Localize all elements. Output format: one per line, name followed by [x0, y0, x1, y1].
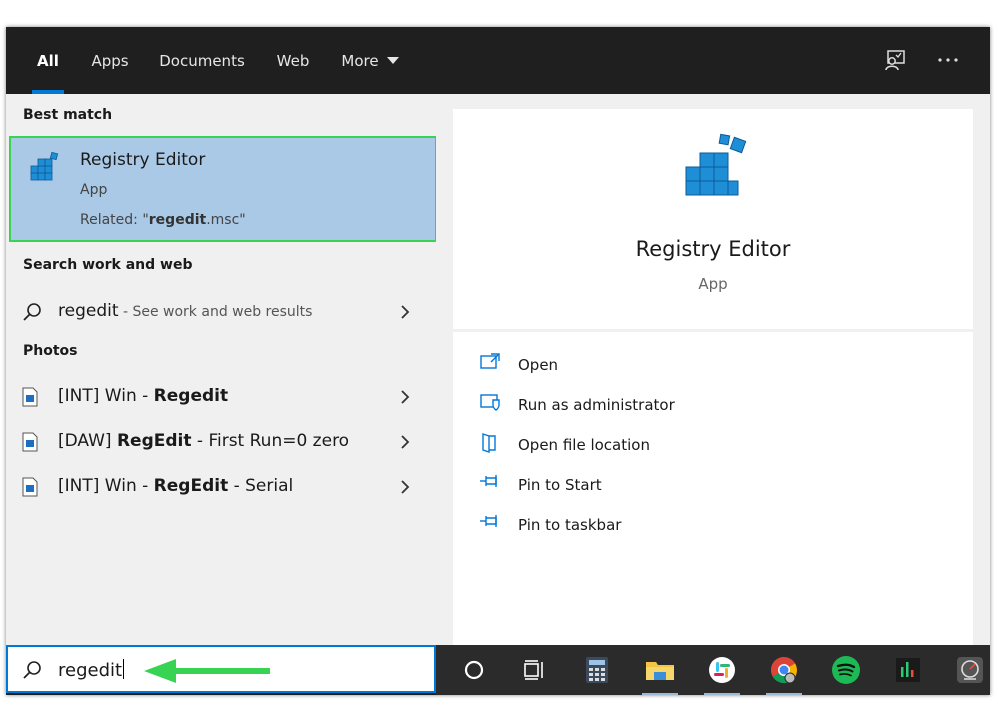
photo-result-label: [INT] Win - Regedit — [58, 386, 228, 406]
web-query: regedit — [58, 301, 119, 321]
photo-result-1[interactable]: [INT] Win - Regedit — [6, 375, 436, 419]
annotation-arrow-icon — [142, 656, 274, 690]
action-label: Run as administrator — [518, 396, 675, 414]
open-icon — [479, 352, 501, 374]
detail-type: App — [698, 275, 728, 293]
detail-title: Registry Editor — [635, 237, 791, 261]
search-input-value: regedit — [58, 659, 125, 681]
photo-result-label: [DAW] RegEdit - First Run=0 zero — [58, 431, 349, 451]
tab-apps-label: Apps — [91, 51, 129, 70]
spotify-icon[interactable] — [818, 645, 874, 695]
preview-panel: Registry Editor App Open Run as administ… — [436, 94, 990, 645]
best-match-title: Registry Editor — [80, 150, 206, 170]
windows-search-window: All Apps Documents Web More Best match R… — [6, 27, 990, 695]
search-icon — [22, 302, 42, 326]
image-file-icon — [22, 387, 38, 411]
task-view-icon[interactable] — [506, 645, 562, 695]
more-options-icon[interactable] — [935, 47, 961, 73]
best-match-type: App — [80, 182, 108, 198]
photo-pre: [INT] Win - — [58, 476, 154, 496]
calculator-icon[interactable] — [569, 645, 625, 695]
taskbar — [436, 645, 990, 695]
tab-documents-label: Documents — [159, 51, 245, 70]
app-detail-card: Registry Editor App — [453, 109, 973, 329]
action-label: Pin to Start — [518, 476, 602, 494]
search-text: regedit — [58, 660, 123, 681]
speedometer-icon[interactable] — [942, 645, 990, 695]
action-label: Open — [518, 356, 559, 374]
photo-result-label: [INT] Win - RegEdit - Serial — [58, 476, 293, 496]
chevron-right-icon — [399, 434, 411, 454]
text-caret — [123, 659, 125, 679]
tab-documents[interactable]: Documents — [152, 27, 252, 94]
photo-post: - First Run=0 zero — [191, 431, 350, 451]
section-photos: Photos — [23, 343, 78, 359]
photo-pre: [DAW] — [58, 431, 117, 451]
pin-icon — [479, 472, 501, 494]
photo-post: - Serial — [228, 476, 294, 496]
photo-result-2[interactable]: [DAW] RegEdit - First Run=0 zero — [6, 420, 436, 464]
file-explorer-icon[interactable] — [632, 645, 688, 695]
tab-more[interactable]: More — [334, 27, 406, 94]
tab-web-label: Web — [276, 51, 310, 70]
action-pin-to-taskbar[interactable]: Pin to taskbar — [479, 508, 949, 542]
chevron-right-icon — [399, 389, 411, 409]
action-open-file-location[interactable]: Open file location — [479, 428, 949, 462]
actions-list: Open Run as administrator Open file loca… — [453, 332, 973, 645]
web-suffix: - See work and web results — [118, 304, 313, 320]
related-prefix: Related: " — [80, 212, 149, 228]
tab-all[interactable]: All — [26, 27, 70, 94]
feedback-icon[interactable] — [882, 47, 908, 73]
shield-icon — [479, 392, 501, 416]
tab-more-label: More — [341, 51, 379, 70]
chevron-right-icon — [399, 479, 411, 499]
chevron-right-icon — [399, 304, 411, 324]
registry-editor-icon — [27, 150, 63, 190]
tab-apps[interactable]: Apps — [82, 27, 138, 94]
image-file-icon — [22, 432, 38, 456]
web-search-result[interactable]: regedit - See work and web results — [6, 290, 436, 334]
action-open[interactable]: Open — [479, 348, 949, 382]
action-pin-to-start[interactable]: Pin to Start — [479, 468, 949, 502]
pin-icon — [479, 512, 501, 534]
action-label: Open file location — [518, 436, 650, 454]
results-panel: Best match Registry Editor App Related: … — [6, 94, 437, 645]
related-suffix: .msc" — [206, 212, 246, 228]
photo-result-3[interactable]: [INT] Win - RegEdit - Serial — [6, 465, 436, 509]
photo-bold: Regedit — [153, 386, 229, 406]
tab-all-label: All — [37, 51, 59, 70]
cortana-icon[interactable] — [446, 645, 502, 695]
best-match-related: Related: "regedit.msc" — [80, 212, 246, 228]
photo-bold: RegEdit — [116, 431, 192, 451]
audio-app-icon[interactable] — [880, 645, 936, 695]
section-search-web: Search work and web — [23, 257, 193, 273]
tab-web[interactable]: Web — [268, 27, 318, 94]
registry-editor-icon — [682, 133, 754, 213]
photo-pre: [INT] Win - — [58, 386, 154, 406]
file-location-icon — [479, 432, 501, 458]
photo-bold: RegEdit — [153, 476, 229, 496]
web-search-text: regedit - See work and web results — [58, 301, 312, 321]
slack-icon[interactable] — [694, 645, 750, 695]
best-match-result[interactable]: Registry Editor App Related: "regedit.ms… — [9, 136, 437, 242]
search-filter-bar: All Apps Documents Web More — [6, 27, 990, 94]
image-file-icon — [22, 477, 38, 501]
chevron-down-icon — [386, 57, 399, 64]
action-label: Pin to taskbar — [518, 516, 622, 534]
search-icon — [22, 660, 42, 684]
chrome-icon[interactable] — [756, 645, 812, 695]
action-run-as-admin[interactable]: Run as administrator — [479, 388, 949, 422]
section-best-match: Best match — [23, 107, 113, 123]
related-bold: regedit — [148, 212, 207, 228]
